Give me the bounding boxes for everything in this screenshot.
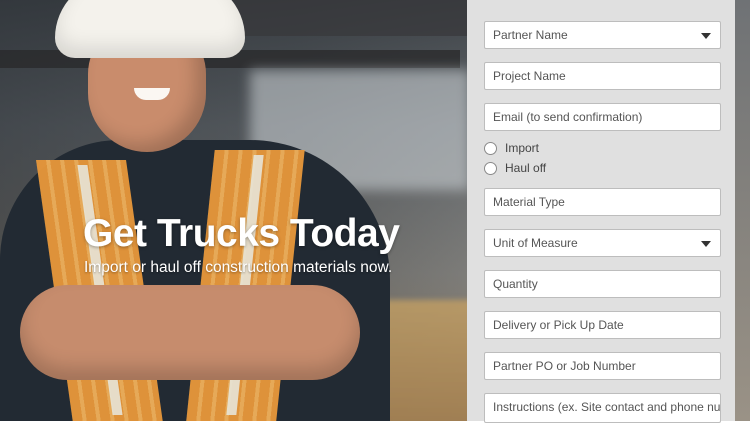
hero-subline: Import or haul off construction material… xyxy=(84,259,393,276)
background-edge xyxy=(735,0,750,421)
import-radio-option[interactable]: Import xyxy=(484,140,539,156)
material-type-input[interactable]: Material Type xyxy=(484,188,721,216)
request-form-panel: Partner Name Project Name Email (to send… xyxy=(467,0,735,423)
email-input[interactable]: Email (to send confirmation) xyxy=(484,103,721,131)
delivery-date-input[interactable]: Delivery or Pick Up Date xyxy=(484,311,721,339)
unit-of-measure-select[interactable]: Unit of Measure xyxy=(484,229,721,257)
haul-off-radio-option[interactable]: Haul off xyxy=(484,160,546,176)
haul-off-radio[interactable] xyxy=(484,161,497,175)
hard-hat xyxy=(55,0,245,58)
import-radio[interactable] xyxy=(484,141,497,155)
haul-off-radio-label: Haul off xyxy=(505,161,547,175)
import-radio-label: Import xyxy=(505,141,540,155)
partner-name-select[interactable]: Partner Name xyxy=(484,21,721,49)
quantity-input[interactable]: Quantity xyxy=(484,270,721,298)
po-number-input[interactable]: Partner PO or Job Number xyxy=(484,352,721,380)
project-name-input[interactable]: Project Name xyxy=(484,62,721,90)
hero-headline: Get Trucks Today xyxy=(83,212,400,255)
worker-crossed-arms xyxy=(20,285,360,380)
instructions-textarea[interactable]: Instructions (ex. Site contact and phone… xyxy=(484,393,721,423)
